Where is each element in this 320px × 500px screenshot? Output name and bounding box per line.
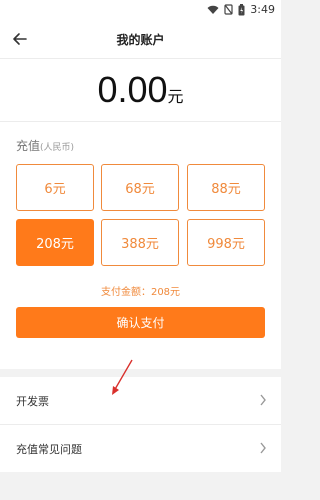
annotation-arrow-icon: [112, 359, 133, 395]
wifi-icon: [207, 5, 219, 14]
recharge-option-208[interactable]: 208元: [16, 219, 94, 266]
battery-icon: [238, 3, 245, 15]
recharge-option-88[interactable]: 88元: [187, 164, 265, 211]
recharge-option-388[interactable]: 388元: [101, 219, 179, 266]
balance-amount: 0.00: [97, 69, 168, 110]
balance-display: 0.00元: [0, 69, 281, 111]
status-bar: 3:49: [0, 0, 281, 20]
recharge-option-6[interactable]: 6元: [16, 164, 94, 211]
no-sim-icon: [224, 4, 233, 15]
recharge-option-68[interactable]: 68元: [101, 164, 179, 211]
recharge-option-998[interactable]: 998元: [187, 219, 265, 266]
pay-amount-text: 支付金额：208元: [100, 287, 181, 298]
balance-unit: 元: [167, 87, 184, 106]
confirm-pay-button[interactable]: 确认支付: [16, 307, 265, 338]
invoice-row[interactable]: 开发票: [0, 377, 281, 424]
faq-row[interactable]: 充值常见问题: [0, 425, 281, 472]
balance-divider: [0, 121, 281, 122]
recharge-title: 充值: [16, 139, 41, 153]
account-panel: 0.00元 充值(人民币) 6元 68元 88元 208元 388元 998元 …: [0, 59, 281, 369]
recharge-currency: (人民币): [40, 143, 75, 153]
chevron-right-icon: [260, 442, 266, 454]
chevron-right-icon: [260, 394, 266, 406]
app-bar: 我的账户: [0, 20, 281, 58]
status-icons: 3:49: [207, 3, 275, 16]
invoice-label: 开发票: [16, 395, 49, 408]
faq-label: 充值常见问题: [16, 443, 82, 456]
page-title: 我的账户: [116, 33, 165, 47]
recharge-label: 充值(人民币): [16, 137, 74, 154]
status-time: 3:49: [250, 3, 275, 16]
